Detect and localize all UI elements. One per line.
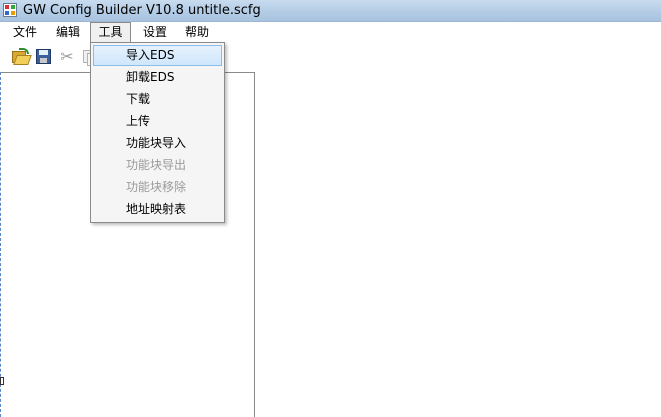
menu-tools[interactable]: 工具	[90, 22, 131, 43]
splitter-handle[interactable]	[0, 377, 4, 385]
menu-item-function-block-remove: 功能块移除	[126, 180, 187, 194]
menu-item-unload-eds[interactable]: 卸载EDS	[93, 67, 222, 88]
menu-help[interactable]: 帮助	[178, 22, 216, 43]
app-icon[interactable]	[3, 3, 17, 17]
menu-item-address-map[interactable]: 地址映射表	[93, 199, 222, 220]
menu-item-upload[interactable]: 上传	[93, 111, 222, 132]
menu-bar: 文件 编辑 工具 设置 帮助	[0, 22, 661, 43]
window-title: GW Config Builder V10.8 untitle.scfg	[23, 3, 261, 18]
save-icon[interactable]	[35, 48, 53, 66]
cut-icon: ✂	[60, 47, 74, 66]
tools-dropdown-menu: 导入EDS 卸载EDS 下载 上传 功能块导入 功能块导出 功能块移除 地址映射…	[90, 42, 225, 223]
menu-item-download[interactable]: 下载	[93, 89, 222, 110]
title-bar[interactable]: GW Config Builder V10.8 untitle.scfg	[0, 0, 661, 22]
menu-item-function-block-import[interactable]: 功能块导入	[93, 133, 222, 154]
open-folder-icon[interactable]	[11, 48, 32, 66]
menu-settings[interactable]: 设置	[136, 22, 174, 43]
menu-file[interactable]: 文件	[6, 22, 44, 43]
menu-edit[interactable]: 编辑	[49, 22, 87, 43]
menu-item-function-block-export: 功能块导出	[126, 158, 187, 172]
menu-item-import-eds[interactable]: 导入EDS	[93, 45, 222, 66]
